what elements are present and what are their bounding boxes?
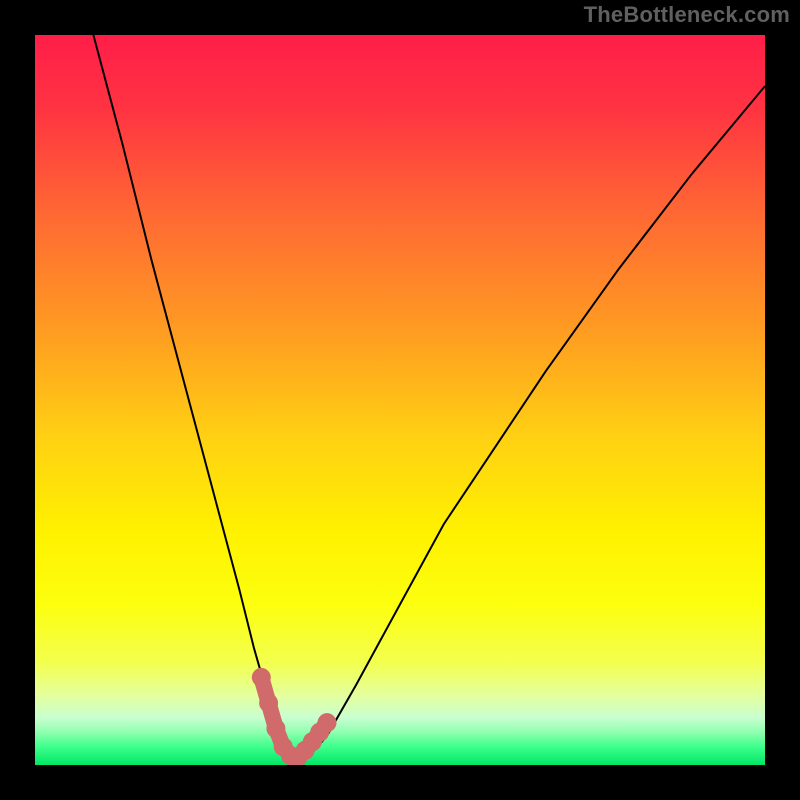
highlight-dot (266, 719, 285, 738)
chart-frame: TheBottleneck.com (0, 0, 800, 800)
marker-layer (35, 35, 765, 765)
highlight-dot (318, 713, 337, 732)
watermark-text: TheBottleneck.com (584, 2, 790, 28)
highlight-dot (252, 668, 271, 687)
highlight-dot (259, 693, 278, 712)
plot-area (35, 35, 765, 765)
